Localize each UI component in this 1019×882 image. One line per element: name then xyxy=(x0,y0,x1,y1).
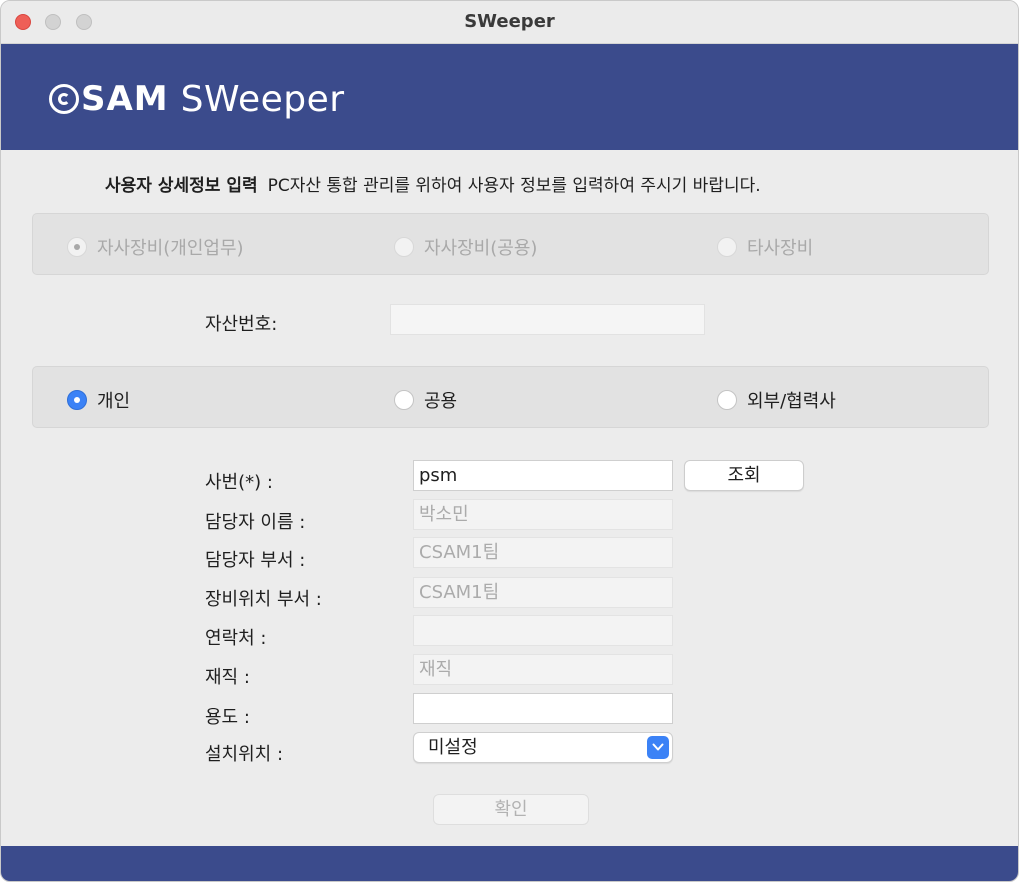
install-location-select[interactable]: 미설정 xyxy=(413,732,673,763)
radio-button xyxy=(717,237,737,257)
confirm-button[interactable]: 확인 xyxy=(433,794,589,825)
app-window: SWeeper SAM SWeeper 사용자 상세정보 입력 PC자산 통합 관… xyxy=(0,0,1019,882)
location-dept-label: 장비위치 부서 : xyxy=(205,589,322,610)
radio-label[interactable]: 외부/협력사 xyxy=(747,387,836,413)
radio-button xyxy=(394,237,414,257)
form-heading: 사용자 상세정보 입력 PC자산 통합 관리를 위하여 사용자 정보를 입력하여 … xyxy=(105,171,761,196)
radio-label[interactable]: 공용 xyxy=(424,387,457,413)
location-dept-field: CSAM1팀 xyxy=(413,577,673,608)
form-description: PC자산 통합 관리를 위하여 사용자 정보를 입력하여 주시기 바랍니다. xyxy=(267,176,761,196)
title-bar[interactable]: SWeeper xyxy=(1,1,1018,44)
logo-brand-text: SAM xyxy=(81,79,169,119)
radio-asset-other-company: 타사장비 xyxy=(717,234,813,260)
footer-bar xyxy=(1,846,1018,881)
asset-number-input xyxy=(390,304,705,335)
radio-label: 타사장비 xyxy=(747,238,814,259)
radio-user-shared[interactable]: 공용 xyxy=(394,387,457,413)
radio-asset-company-personal: 자사장비(개인업무) xyxy=(67,234,244,260)
manager-name-label: 담당자 이름 : xyxy=(205,512,306,533)
user-type-group: 개인 공용 외부/협력사 xyxy=(32,366,989,428)
contact-label: 연락처 : xyxy=(205,628,267,649)
radio-label: 자사장비(공용) xyxy=(424,238,538,259)
manager-dept-field: CSAM1팀 xyxy=(413,537,673,568)
chevron-down-icon[interactable] xyxy=(647,736,669,759)
asset-number-label: 자산번호: xyxy=(205,314,278,335)
window-title: SWeeper xyxy=(464,11,555,32)
purpose-input[interactable] xyxy=(413,693,673,724)
manager-dept-label: 담당자 부서 : xyxy=(205,550,306,571)
lookup-button[interactable]: 조회 xyxy=(684,460,804,491)
radio-button[interactable] xyxy=(67,390,87,410)
radio-label: 자사장비(개인업무) xyxy=(97,238,244,259)
radio-asset-company-shared: 자사장비(공용) xyxy=(394,234,537,260)
employee-id-input[interactable]: psm xyxy=(413,460,673,491)
radio-label[interactable]: 개인 xyxy=(97,387,130,413)
csam-logo: SAM SWeeper xyxy=(49,77,345,121)
radio-button[interactable] xyxy=(717,390,737,410)
asset-type-group: 자사장비(개인업무) 자사장비(공용) 타사장비 xyxy=(32,213,989,275)
employee-id-label: 사번(*) : xyxy=(205,472,273,493)
purpose-label: 용도 : xyxy=(205,707,250,728)
form-title: 사용자 상세정보 입력 xyxy=(105,176,258,196)
employment-field: 재직 xyxy=(413,654,673,685)
contact-field xyxy=(413,615,673,646)
install-location-value[interactable]: 미설정 xyxy=(428,737,478,758)
radio-button xyxy=(67,237,87,257)
install-location-label: 설치위치 : xyxy=(205,744,284,765)
radio-button[interactable] xyxy=(394,390,414,410)
manager-name-field: 박소민 xyxy=(413,499,673,530)
employment-label: 재직 : xyxy=(205,667,250,688)
radio-user-personal[interactable]: 개인 xyxy=(67,387,130,413)
logo-product-text: SWeeper xyxy=(180,78,345,120)
header-banner: SAM SWeeper xyxy=(1,44,1018,150)
csam-logo-icon xyxy=(49,84,79,114)
radio-user-external[interactable]: 외부/협력사 xyxy=(717,387,836,413)
